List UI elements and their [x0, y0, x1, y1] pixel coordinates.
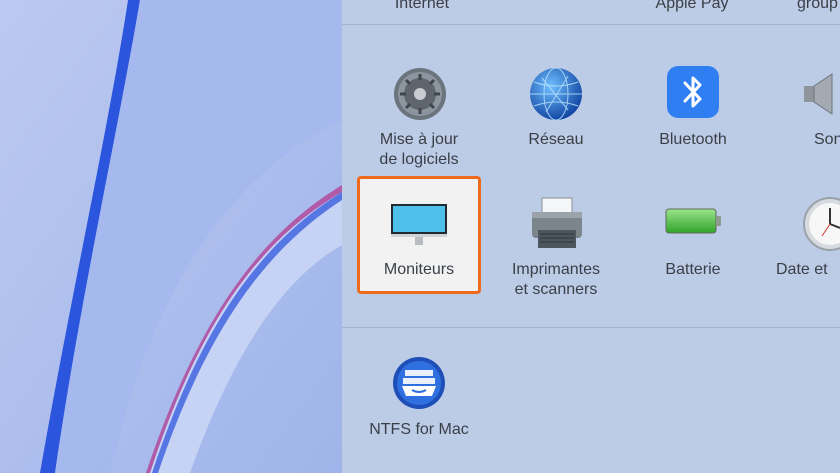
pref-ntfs-for-mac-label: NTFS for Mac [369, 421, 469, 438]
ntfs-drive-icon [393, 357, 445, 409]
printer-icon [532, 197, 582, 248]
pref-printers[interactable]: Imprimantes et scanners [494, 190, 618, 300]
wallpaper-art [0, 0, 342, 473]
bluetooth-icon [667, 66, 719, 118]
section-divider [342, 24, 840, 25]
pref-software-update-label-2: de logiciels [379, 151, 459, 168]
pref-date-time-label: Date et [776, 261, 828, 278]
pref-apple-pay-label[interactable]: Apple Pay [642, 0, 742, 14]
pref-software-update[interactable]: Mise à jour de logiciels [357, 60, 481, 170]
pref-sound[interactable]: Son [768, 60, 840, 170]
pref-displays-label: Moniteurs [383, 261, 455, 278]
section-divider [342, 327, 840, 328]
pref-software-update-label-1: Mise à jour [379, 131, 459, 148]
speaker-icon [804, 73, 833, 115]
desktop-wallpaper [0, 0, 342, 473]
monitor-icon [391, 204, 447, 245]
pref-displays[interactable]: Moniteurs [357, 176, 481, 294]
pref-bluetooth-label: Bluetooth [659, 131, 727, 148]
pref-groups-label[interactable]: group [797, 0, 840, 14]
system-preferences-panel: Internet Apple Pay group Mise à jour de … [342, 0, 840, 473]
pref-date-time[interactable]: Date et [768, 190, 840, 300]
pref-battery-label: Batterie [665, 261, 721, 278]
globe-icon [530, 67, 582, 121]
pref-bluetooth[interactable]: Bluetooth [631, 60, 755, 170]
pref-network-label: Réseau [528, 131, 584, 148]
pref-printers-label-2: et scanners [514, 281, 598, 298]
pref-ntfs-for-mac[interactable]: NTFS for Mac [357, 352, 481, 452]
pref-battery[interactable]: Batterie [631, 190, 755, 300]
clock-icon [803, 197, 840, 251]
pref-printers-label-1: Imprimantes [511, 261, 601, 278]
gear-icon [394, 68, 446, 120]
pref-internet-label[interactable]: Internet [382, 0, 462, 14]
pref-network[interactable]: Réseau [494, 60, 618, 170]
battery-icon [665, 208, 721, 234]
pref-sound-label: Son [814, 131, 840, 148]
